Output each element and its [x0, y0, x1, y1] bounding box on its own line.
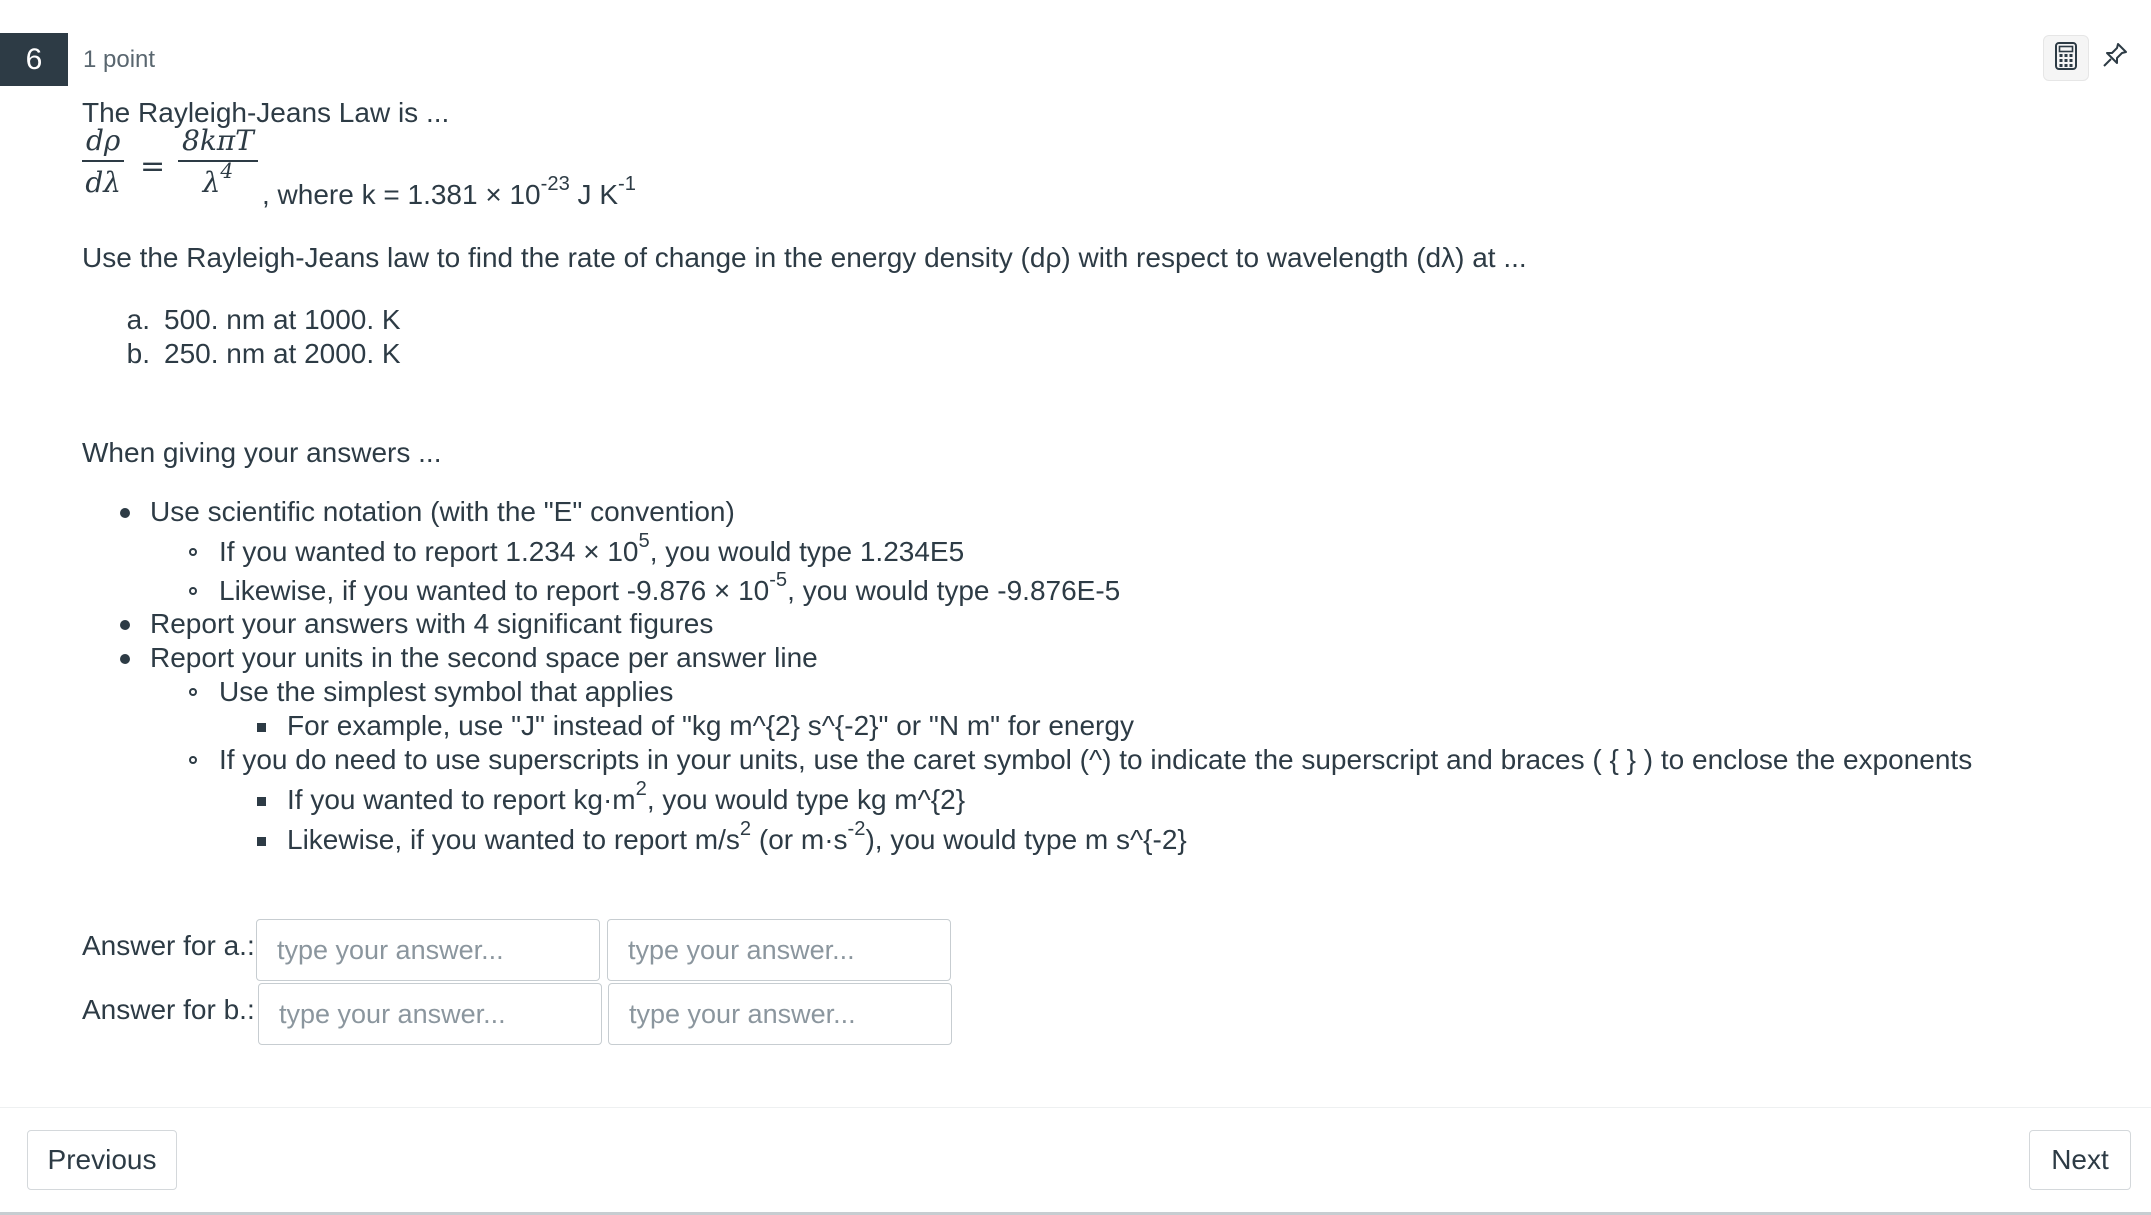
constant-definition: , where k = 1.381 × 10-23 J K-1 — [262, 172, 636, 210]
answer-b-label: Answer for b.: — [82, 994, 255, 1025]
answer-a-units-input[interactable] — [607, 919, 951, 981]
list-item: If you do need to use superscripts in yo… — [188, 744, 1973, 775]
answer-a-value-input[interactable] — [256, 919, 600, 981]
list-item: Use the simplest symbol that applies — [188, 676, 674, 707]
calculator-icon — [2054, 41, 2078, 75]
list-item: For example, use "J" instead of "kg m^{2… — [257, 710, 1134, 741]
list-item: Likewise, if you wanted to report -9.876… — [188, 568, 1121, 606]
rhs-fraction: 8kπT λ4 — [178, 124, 258, 200]
question-number: 6 — [0, 33, 68, 86]
list-item: If you wanted to report 1.234 × 105, you… — [188, 529, 965, 567]
question-parts: a. 500. nm at 1000. K b. 250. nm at 2000. … — [114, 303, 401, 371]
question-points: 1 point — [83, 46, 156, 73]
answer-b-value-input[interactable] — [258, 983, 602, 1045]
rhs-numerator: 8kπT — [182, 124, 254, 157]
pin-button[interactable] — [2093, 35, 2137, 79]
rhs-denominator: λ4 — [202, 158, 234, 199]
list-item: Report your answers with 4 significant f… — [119, 608, 714, 639]
equals-sign: = — [140, 149, 166, 184]
part-a: a. 500. nm at 1000. K — [126, 304, 401, 335]
list-item: If you wanted to report kg·m2, you would… — [256, 777, 966, 815]
lhs-numerator: dρ — [86, 124, 121, 157]
list-item: Report your units in the second space pe… — [120, 642, 818, 673]
lhs-fraction: dρ dλ — [82, 124, 125, 200]
pin-icon — [2101, 41, 2129, 74]
lhs-denominator: dλ — [85, 166, 122, 199]
answer-b-units-input[interactable] — [608, 983, 952, 1045]
question-task: Use the Rayleigh-Jeans law to find the r… — [82, 242, 1527, 273]
list-item: Likewise, if you wanted to report m/s2 (… — [257, 817, 1187, 855]
footer-divider — [0, 1107, 2151, 1108]
calculator-button[interactable] — [2043, 35, 2089, 81]
instructions-heading: When giving your answers ... — [82, 437, 442, 468]
answer-a-label: Answer for a.: — [82, 930, 255, 961]
list-item: Use scientific notation (with the "E" co… — [120, 496, 735, 527]
question-intro: The Rayleigh-Jeans Law is ... — [82, 97, 450, 128]
part-b: b. 250. nm at 2000. K — [126, 338, 401, 369]
next-button[interactable]: Next — [2029, 1130, 2131, 1190]
previous-button[interactable]: Previous — [27, 1130, 177, 1190]
